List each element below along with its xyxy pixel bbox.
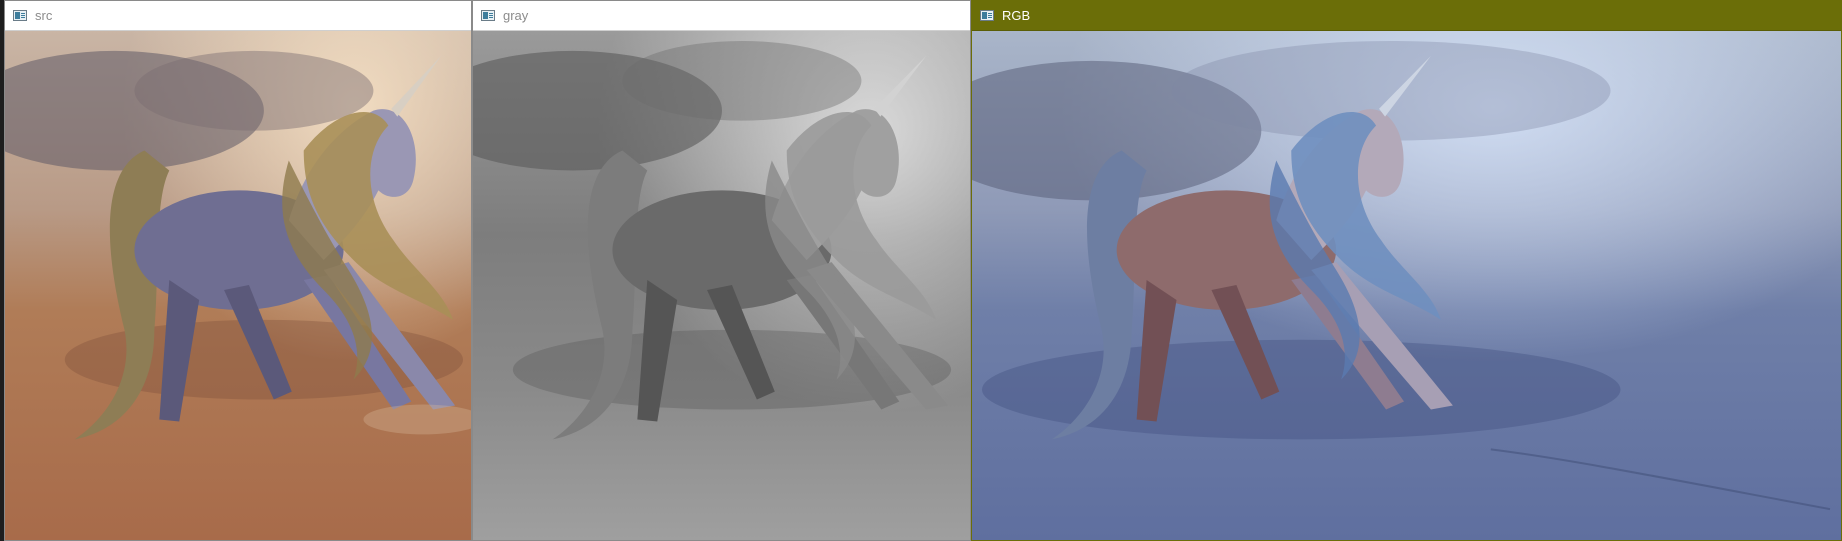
window-src[interactable]: src: [4, 0, 472, 541]
image-gray: [473, 31, 970, 540]
image-rgb: [972, 31, 1841, 540]
image-view-rgb: [972, 31, 1841, 540]
image-view-gray: [473, 31, 970, 540]
window-titlebar-src[interactable]: src: [5, 1, 471, 31]
window-title-rgb: RGB: [1002, 8, 1031, 23]
image-src: [5, 31, 471, 540]
app-window-icon: [980, 10, 994, 21]
app-window-icon: [481, 10, 495, 21]
image-view-src: [5, 31, 471, 540]
window-gray[interactable]: gray: [472, 0, 971, 541]
app-window-icon: [13, 10, 27, 21]
window-titlebar-gray[interactable]: gray: [473, 1, 970, 31]
window-titlebar-rgb[interactable]: RGB: [972, 1, 1841, 31]
window-rgb[interactable]: RGB: [971, 0, 1842, 541]
window-title-gray: gray: [503, 8, 529, 23]
window-title-src: src: [35, 8, 53, 23]
